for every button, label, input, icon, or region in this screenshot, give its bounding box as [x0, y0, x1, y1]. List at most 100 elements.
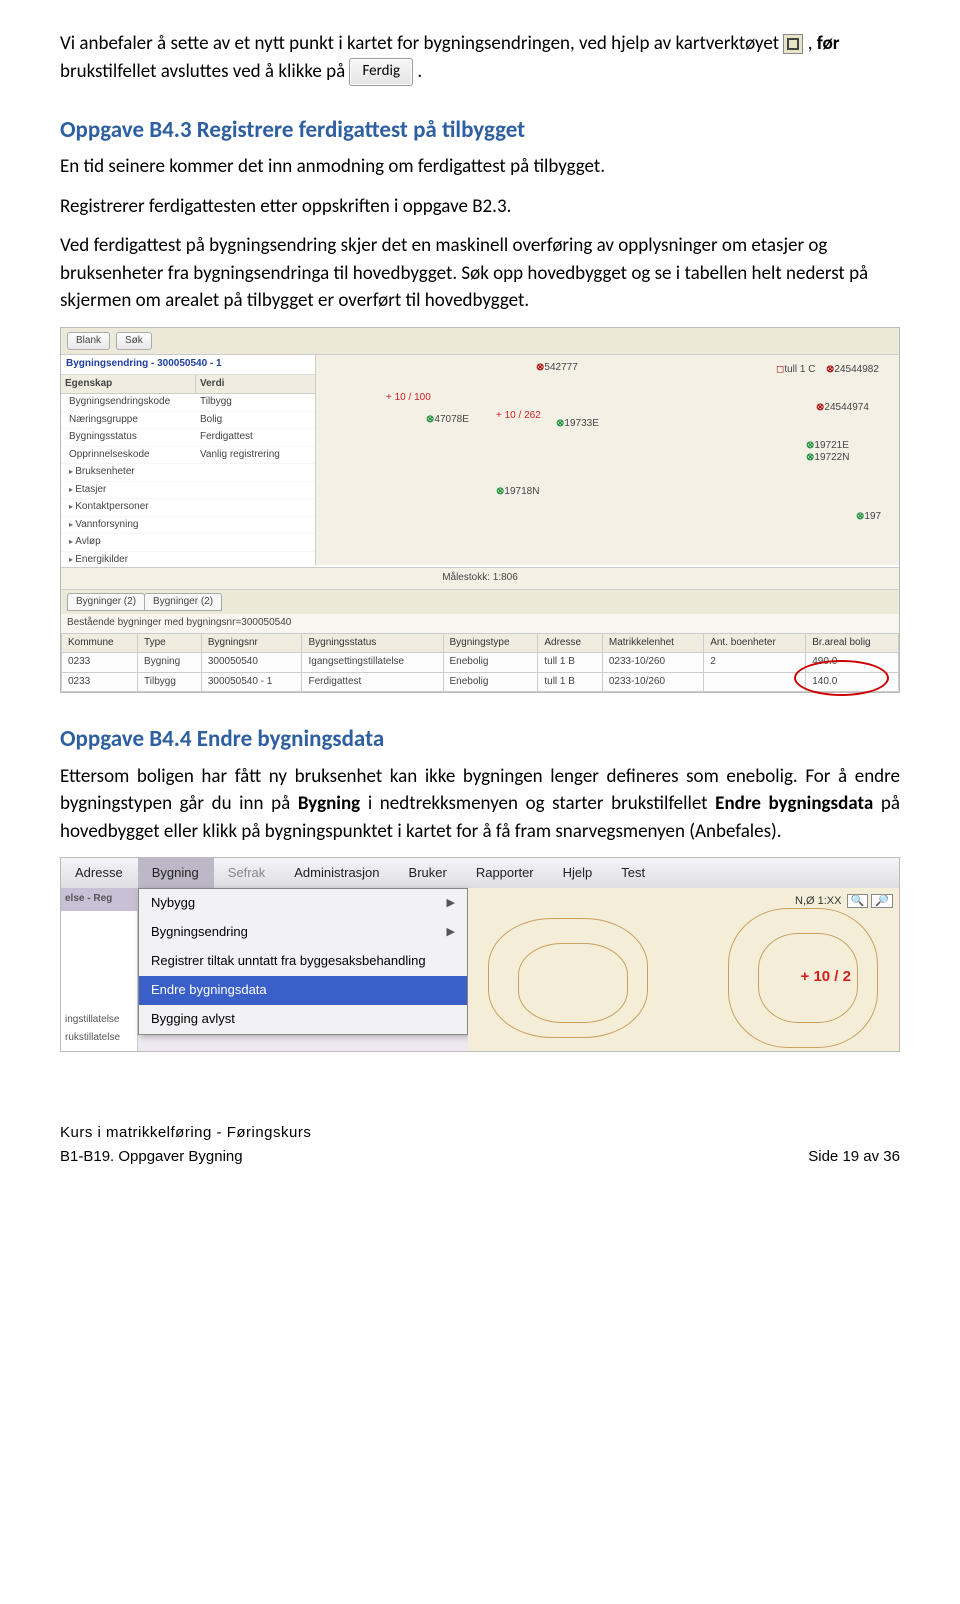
table-cell: Tilbygg	[138, 672, 202, 692]
map-point[interactable]: ⊗197	[856, 510, 881, 525]
map-point[interactable]: ⊗19718N	[496, 485, 539, 500]
b44-p1: Ettersom boligen har fått ny bruksenhet …	[60, 763, 900, 846]
table-row[interactable]: 0233Tilbygg300050540 - 1FerdigattestEneb…	[62, 672, 899, 692]
property-row[interactable]: BygningsstatusFerdigattest	[61, 429, 315, 447]
property-group[interactable]: Avløp	[61, 534, 315, 552]
group-label: Avløp	[61, 534, 196, 551]
menu-item-bygning[interactable]: Bygning	[138, 858, 214, 889]
intro-text-a: Vi anbefaler å sette av et nytt punkt i …	[60, 32, 783, 55]
map-panel[interactable]: ⊗542777 + 10 / 100 ⊗47078E + 10 / 262 ⊗19733…	[316, 355, 899, 565]
toolbar: Blank Søk	[61, 328, 899, 356]
map-point[interactable]: + 10 / 100	[386, 391, 431, 406]
dropdown-label: Bygging avlyst	[151, 1010, 235, 1029]
table-header[interactable]: Bygningstype	[443, 633, 538, 653]
group-label: Etasjer	[61, 482, 196, 499]
left-strip: else - Reg ingstillatelse rukstillatelse	[61, 888, 138, 1051]
property-row[interactable]: OpprinnelseskodeVanlig registrering	[61, 447, 315, 465]
menu-item-test[interactable]: Test	[607, 858, 660, 889]
table-header[interactable]: Br.areal bolig	[806, 633, 899, 653]
intro-text-e: .	[417, 60, 422, 83]
table-cell: 300050540	[201, 653, 302, 673]
tab-bygninger[interactable]: Bygninger (2)	[67, 593, 145, 612]
menu-item-hjelp[interactable]: Hjelp	[549, 858, 608, 889]
ferdig-button[interactable]: Ferdig	[349, 58, 413, 86]
map-point[interactable]: ⊗24544974	[816, 401, 869, 416]
b43-p3: Ved ferdigattest på bygningsendring skje…	[60, 232, 900, 315]
red-map-marker: + 10 / 2	[801, 966, 851, 988]
dropdown-item[interactable]: Endre bygningsdata	[139, 976, 467, 1005]
map-label: tull 1 C	[784, 364, 815, 375]
map-point[interactable]: ⊗24544982	[826, 363, 879, 378]
table-cell: Igangsettingstillatelse	[302, 653, 443, 673]
dropdown-item[interactable]: Registrer tiltak unntatt fra byggesaksbe…	[139, 947, 467, 976]
dropdown-item[interactable]: Bygningsendring▶	[139, 918, 467, 947]
group-label: Vannforsyning	[61, 517, 196, 534]
menu-item-adresse[interactable]: Adresse	[61, 858, 138, 889]
property-group[interactable]: Kontaktpersoner	[61, 499, 315, 517]
map-point[interactable]: ⊗542777	[536, 361, 578, 376]
prop-val: Vanlig registrering	[196, 447, 315, 464]
dropdown-label: Bygningsendring	[151, 923, 248, 942]
property-panel: Bygningsendring - 300050540 - 1 Egenskap…	[61, 355, 316, 565]
table-header[interactable]: Matrikkelenhet	[602, 633, 703, 653]
table-wrap: KommuneTypeBygningsnrBygningsstatusBygni…	[61, 633, 899, 693]
map-label: 19733E	[564, 418, 598, 429]
b44-bold1: Bygning	[298, 792, 360, 815]
panel-title: Bygningsendring - 300050540 - 1	[61, 355, 315, 375]
property-group[interactable]: Vannforsyning	[61, 517, 315, 535]
menu-item-rapporter[interactable]: Rapporter	[462, 858, 549, 889]
map-background: N,Ø 1:XX 🔍 🔎 + 10 / 2	[468, 888, 899, 1051]
table-cell: tull 1 B	[538, 672, 603, 692]
table-row[interactable]: 0233Bygning300050540Igangsettingstillate…	[62, 653, 899, 673]
sok-button[interactable]: Søk	[116, 332, 152, 351]
intro-paragraph: Vi anbefaler å sette av et nytt punkt i …	[60, 30, 900, 86]
intro-text-b: ,	[808, 32, 817, 55]
menu-item-administrasjon[interactable]: Administrasjon	[280, 858, 394, 889]
map-label: + 10 / 262	[496, 410, 541, 421]
b43-p1: En tid seinere kommer det inn anmodning …	[60, 153, 900, 181]
property-group[interactable]: Bruksenheter	[61, 464, 315, 482]
table-cell: tull 1 B	[538, 653, 603, 673]
map-point[interactable]: ⊗47078E	[426, 413, 469, 428]
prop-key: Næringsgruppe	[61, 412, 196, 429]
left-strip-header: else - Reg	[61, 888, 137, 911]
dropdown-item[interactable]: Bygging avlyst	[139, 1005, 467, 1034]
map-point[interactable]: + 10 / 262	[496, 409, 541, 424]
table-header[interactable]: Bygningsstatus	[302, 633, 443, 653]
table-header[interactable]: Kommune	[62, 633, 138, 653]
table-header[interactable]: Adresse	[538, 633, 603, 653]
table-cell: 300050540 - 1	[201, 672, 302, 692]
dropdown-item[interactable]: Nybygg▶	[139, 889, 467, 918]
property-group[interactable]: Energikilder	[61, 552, 315, 566]
table-subtitle: Bestående bygninger med bygningsnr=30005…	[61, 614, 899, 633]
map-point[interactable]: ⊗19722N	[806, 451, 849, 466]
menu-item-bruker[interactable]: Bruker	[395, 858, 462, 889]
scale-label: Målestokk:	[442, 572, 490, 583]
menu-item-sefrak[interactable]: Sefrak	[214, 858, 281, 889]
zoom-out-icon[interactable]: 🔎	[871, 894, 893, 908]
left-item: rukstillatelse	[61, 1029, 137, 1048]
tab-bygninger[interactable]: Bygninger (2)	[144, 593, 222, 612]
table-header[interactable]: Bygningsnr	[201, 633, 302, 653]
menubar: AdresseBygningSefrakAdministrasjonBruker…	[61, 858, 899, 890]
blank-button[interactable]: Blank	[67, 332, 110, 351]
property-row[interactable]: BygningsendringskodeTilbygg	[61, 394, 315, 412]
table-header[interactable]: Ant. boenheter	[704, 633, 806, 653]
property-row[interactable]: NæringsgruppeBolig	[61, 412, 315, 430]
map-point[interactable]: ◻tull 1 C	[776, 363, 815, 378]
map-label: 19718N	[504, 486, 539, 497]
map-point[interactable]: ⊗19733E	[556, 417, 599, 432]
zoom-in-icon[interactable]: 🔍	[847, 894, 869, 908]
scale-value: 1:806	[493, 572, 518, 583]
intro-text-d: brukstilfellet avsluttes ved å klikke på	[60, 60, 349, 83]
left-item: ingstillatelse	[61, 1011, 137, 1030]
bygning-dropdown: Nybygg▶Bygningsendring▶Registrer tiltak …	[138, 888, 468, 1034]
submenu-arrow-icon: ▶	[447, 896, 455, 912]
map-label: + 10 / 100	[386, 392, 431, 403]
table-cell: Ferdigattest	[302, 672, 443, 692]
prop-val: Bolig	[196, 412, 315, 429]
table-cell: Bygning	[138, 653, 202, 673]
property-group[interactable]: Etasjer	[61, 482, 315, 500]
map-label: 47078E	[434, 414, 468, 425]
table-header[interactable]: Type	[138, 633, 202, 653]
